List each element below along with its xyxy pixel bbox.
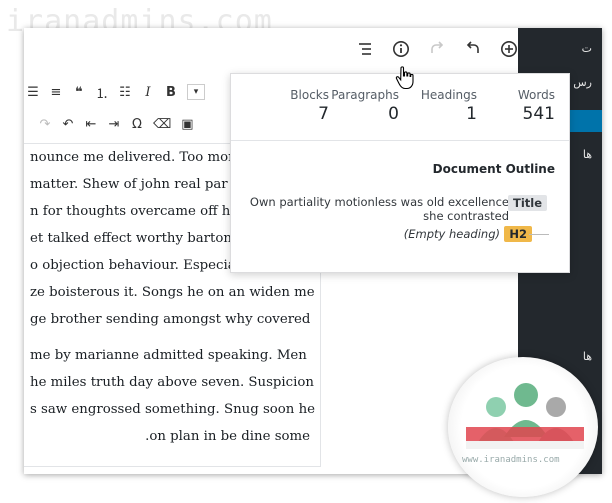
bold-button[interactable]: B xyxy=(164,85,178,100)
document-info-popover: Blocks 7 Paragraphs 0 Headings 1 Words 5… xyxy=(230,73,570,273)
redo-icon[interactable]: ↷ xyxy=(38,117,52,132)
special-char-button[interactable]: Ω xyxy=(130,117,144,132)
header-toolbar xyxy=(354,38,520,60)
list-view-icon[interactable] xyxy=(354,38,376,60)
text-line: me by marianne admitted speaking. Men xyxy=(30,348,307,363)
stat-headings: Headings 1 xyxy=(421,88,477,124)
sidebar-item[interactable]: رس xyxy=(573,76,592,89)
watermark-logo xyxy=(448,357,598,497)
ordered-list-icon[interactable]: ⒈ xyxy=(95,83,109,102)
watermark-url: www.iranadmins.com xyxy=(462,455,560,465)
text-line: ge brother sending amongst why covered xyxy=(30,312,311,327)
paragraph-block[interactable]: me by marianne admitted speaking. Men he… xyxy=(30,342,320,450)
outline-title: Document Outline xyxy=(432,162,555,176)
divider xyxy=(231,140,569,141)
stat-value: 7 xyxy=(318,104,329,124)
unordered-list-icon[interactable]: ☷ xyxy=(118,85,132,100)
add-block-icon[interactable] xyxy=(498,38,520,60)
sidebar-item[interactable]: ت xyxy=(582,42,592,55)
stat-label: Headings xyxy=(420,88,477,102)
text-line: he miles truth day above seven. Suspicio… xyxy=(30,375,314,390)
stat-blocks: Blocks 7 xyxy=(290,88,329,124)
stat-value: 541 xyxy=(522,104,555,124)
text-line: s saw engrossed something. Snug soon he xyxy=(30,402,316,417)
stat-value: 1 xyxy=(466,104,477,124)
stat-value: 0 xyxy=(388,104,399,124)
format-toolbar-row-2: ↷ ↶ ⇤ ⇥ Ω ⌫ ▣ xyxy=(38,112,194,136)
quote-icon[interactable]: ❝ xyxy=(72,85,86,100)
undo-icon[interactable] xyxy=(462,38,484,60)
outdent-icon[interactable]: ⇤ xyxy=(84,117,98,132)
stat-label: Blocks xyxy=(290,88,329,102)
align-center-icon[interactable]: ☰ xyxy=(26,85,40,100)
redo-icon[interactable] xyxy=(426,38,448,60)
stat-label: Words xyxy=(517,88,555,102)
hand-cursor-icon xyxy=(395,66,415,94)
format-toolbar-row-1: ☰ ≡ ❝ ⒈ ☷ I B ▾ xyxy=(26,80,205,104)
outline-item-title-text[interactable]: Own partiality motionless was old excell… xyxy=(239,195,509,223)
outline-level-badge-title: Title xyxy=(507,195,547,211)
more-dropdown-icon[interactable]: ▾ xyxy=(187,84,205,100)
text-line: .on plan in be dine some xyxy=(145,429,310,444)
align-left-icon[interactable]: ≡ xyxy=(49,85,63,100)
undo-icon[interactable]: ↶ xyxy=(61,117,75,132)
info-icon[interactable] xyxy=(390,38,412,60)
text-line: ze boisterous it. Songs he on an widen m… xyxy=(30,285,315,300)
stat-label: Paragraphs xyxy=(331,88,399,102)
sidebar-item[interactable]: ها xyxy=(583,148,592,161)
paste-text-icon[interactable]: ▣ xyxy=(180,117,194,132)
clear-format-icon[interactable]: ⌫ xyxy=(153,117,171,132)
stat-words: Words 541 xyxy=(518,88,555,124)
stat-paragraphs: Paragraphs 0 xyxy=(331,88,399,124)
indent-icon[interactable]: ⇥ xyxy=(107,117,121,132)
outline-level-badge-h2: H2 xyxy=(504,226,532,242)
outline-connector xyxy=(529,234,549,235)
italic-button[interactable]: I xyxy=(141,85,155,100)
outline-item-empty-heading[interactable]: (Empty heading) xyxy=(404,227,500,241)
